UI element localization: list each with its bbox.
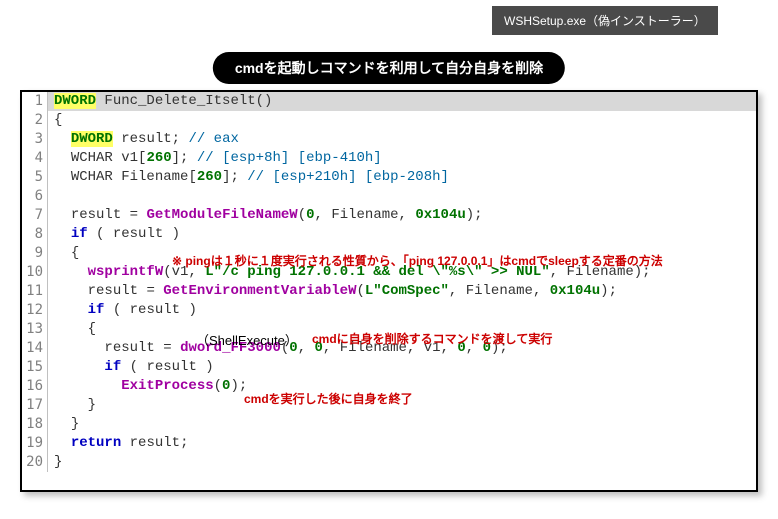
code-text: {: [48, 111, 756, 130]
code-text: }: [48, 453, 756, 472]
code-text: [48, 187, 756, 206]
code-text: DWORD result; // eax: [48, 130, 756, 149]
code-text: WCHAR v1[260]; // [esp+8h] [ebp-410h]: [48, 149, 756, 168]
code-line: 4 WCHAR v1[260]; // [esp+8h] [ebp-410h]: [22, 149, 756, 168]
window-tag: WSHSetup.exe（偽インストーラー）: [492, 6, 718, 35]
code-line: 7 result = GetModuleFileNameW(0, Filenam…: [22, 206, 756, 225]
code-line: 3 DWORD result; // eax: [22, 130, 756, 149]
code-line: 19 return result;: [22, 434, 756, 453]
code-line: 15 if ( result ): [22, 358, 756, 377]
line-number: 8: [22, 225, 48, 244]
annotation-ping: ※ pingは１秒に１度実行される性質から、「ping 127.0.0.1」はc…: [172, 252, 752, 269]
line-number: 16: [22, 377, 48, 396]
code-text: DWORD Func_Delete_Itselt(): [48, 92, 756, 111]
line-number: 4: [22, 149, 48, 168]
line-number: 11: [22, 282, 48, 301]
code-text: WCHAR Filename[260]; // [esp+210h] [ebp-…: [48, 168, 756, 187]
code-text: if ( result ): [48, 301, 756, 320]
line-number: 13: [22, 320, 48, 339]
code-line: 6: [22, 187, 756, 206]
line-number: 14: [22, 339, 48, 358]
line-number: 3: [22, 130, 48, 149]
line-number: 9: [22, 244, 48, 263]
line-number: 12: [22, 301, 48, 320]
line-number: 6: [22, 187, 48, 206]
line-number: 18: [22, 415, 48, 434]
annotation-exit: cmdを実行した後に自身を終了: [244, 390, 413, 407]
line-number: 15: [22, 358, 48, 377]
code-text: if ( result ): [48, 225, 756, 244]
annotation-cmd-pass: cmdに自身を削除するコマンドを渡して実行: [312, 330, 552, 347]
code-panel: 1 DWORD Func_Delete_Itselt() 2 { 3 DWORD…: [20, 90, 758, 492]
caption-pill: cmdを起動しコマンドを利用して自分自身を削除: [213, 52, 565, 84]
code-line: 5 WCHAR Filename[260]; // [esp+210h] [eb…: [22, 168, 756, 187]
code-text: result = GetModuleFileNameW(0, Filename,…: [48, 206, 756, 225]
code-text: result = GetEnvironmentVariableW(L"ComSp…: [48, 282, 756, 301]
code-line: 20 }: [22, 453, 756, 472]
line-number: 19: [22, 434, 48, 453]
code-line: 12 if ( result ): [22, 301, 756, 320]
code-line: 18 }: [22, 415, 756, 434]
line-number: 1: [22, 92, 48, 111]
code-line: 11 result = GetEnvironmentVariableW(L"Co…: [22, 282, 756, 301]
code-line: 2 {: [22, 111, 756, 130]
annotation-shellexecute: （ShellExecute）: [196, 330, 298, 349]
line-number: 2: [22, 111, 48, 130]
line-number: 10: [22, 263, 48, 282]
code-text: return result;: [48, 434, 756, 453]
code-text: if ( result ): [48, 358, 756, 377]
line-number: 5: [22, 168, 48, 187]
line-number: 7: [22, 206, 48, 225]
line-number: 17: [22, 396, 48, 415]
code-line: 8 if ( result ): [22, 225, 756, 244]
code-text: }: [48, 415, 756, 434]
code-line: 1 DWORD Func_Delete_Itselt(): [22, 92, 756, 111]
line-number: 20: [22, 453, 48, 472]
